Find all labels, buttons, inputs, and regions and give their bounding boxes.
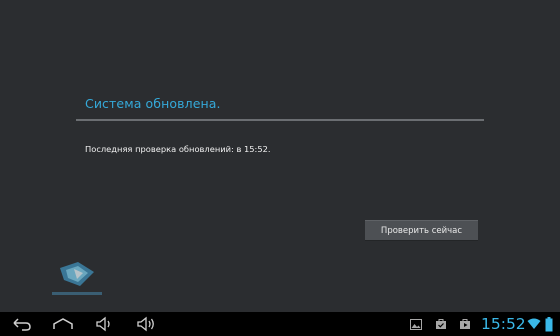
last-check-message: Последняя проверка обновлений: в 15:52. — [85, 144, 271, 154]
title-divider — [76, 119, 484, 121]
play-store-icon[interactable] — [458, 317, 472, 331]
clock: 15:52 — [481, 315, 526, 333]
navigation-bar: 15:52 — [0, 312, 560, 336]
dialog-title: Система обновлена. — [85, 96, 221, 111]
volume-up-icon[interactable] — [136, 315, 156, 333]
volume-down-icon[interactable] — [95, 315, 115, 333]
back-icon[interactable] — [12, 315, 32, 333]
watermark-logo — [50, 258, 106, 300]
home-icon[interactable] — [52, 315, 74, 333]
screen: Система обновлена. Последняя проверка об… — [0, 0, 560, 336]
store-icon[interactable] — [434, 317, 448, 331]
wifi-icon — [527, 317, 541, 331]
battery-icon — [545, 316, 553, 332]
gallery-icon[interactable] — [409, 317, 423, 331]
check-now-button[interactable]: Проверить сейчас — [365, 220, 478, 241]
